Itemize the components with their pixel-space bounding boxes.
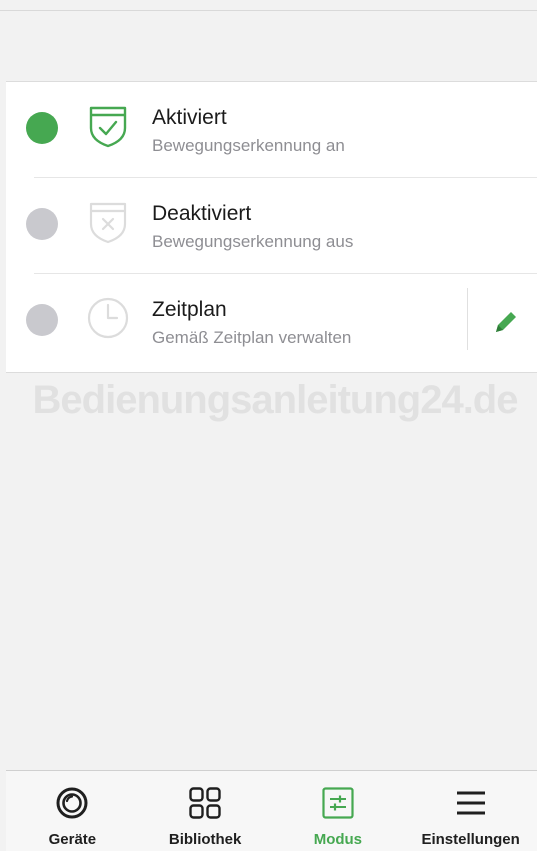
unselected-radio-indicator[interactable] xyxy=(26,208,58,240)
clock-icon xyxy=(86,294,130,340)
tab-label: Einstellungen xyxy=(421,831,520,848)
tab-label: Modus xyxy=(313,831,363,848)
mode-row-zeitplan[interactable]: Zeitplan Gemäß Zeitplan verwalten xyxy=(6,274,537,370)
tab-geraete[interactable]: Geräte xyxy=(6,771,139,851)
grid-icon xyxy=(188,786,222,820)
mode-subtitle: Bewegungserkennung an xyxy=(152,136,345,155)
shield-check-icon xyxy=(86,102,130,148)
mode-subtitle: Bewegungserkennung aus xyxy=(152,232,354,251)
selected-radio-indicator[interactable] xyxy=(26,112,58,144)
tab-bar: Geräte Bibliothek Modus Einstellungen xyxy=(6,770,537,851)
header-area xyxy=(6,11,537,82)
shield-x-icon xyxy=(86,198,130,244)
tab-bibliothek[interactable]: Bibliothek xyxy=(139,771,272,851)
tab-label: Bibliothek xyxy=(168,831,242,848)
camera-lens-icon xyxy=(55,786,89,820)
edit-schedule-button[interactable] xyxy=(486,302,526,342)
tab-label: Geräte xyxy=(48,831,97,848)
mode-title: Zeitplan xyxy=(152,298,227,321)
watermark: Bedienungsanleitung24.de xyxy=(32,378,519,422)
tab-modus[interactable]: Modus xyxy=(272,771,405,851)
menu-icon xyxy=(454,786,488,820)
unselected-radio-indicator[interactable] xyxy=(26,304,58,336)
mode-title: Aktiviert xyxy=(152,106,227,129)
vertical-divider xyxy=(467,288,468,350)
mode-row-deaktiviert[interactable]: Deaktiviert Bewegungserkennung aus xyxy=(6,178,537,274)
sliders-icon xyxy=(321,786,355,820)
mode-list: Aktiviert Bewegungserkennung an Deaktivi… xyxy=(6,82,537,373)
tab-einstellungen[interactable]: Einstellungen xyxy=(404,771,537,851)
pencil-icon xyxy=(496,312,516,332)
mode-subtitle: Gemäß Zeitplan verwalten xyxy=(152,328,352,347)
mode-title: Deaktiviert xyxy=(152,202,252,225)
mode-row-aktiviert[interactable]: Aktiviert Bewegungserkennung an xyxy=(6,82,537,178)
